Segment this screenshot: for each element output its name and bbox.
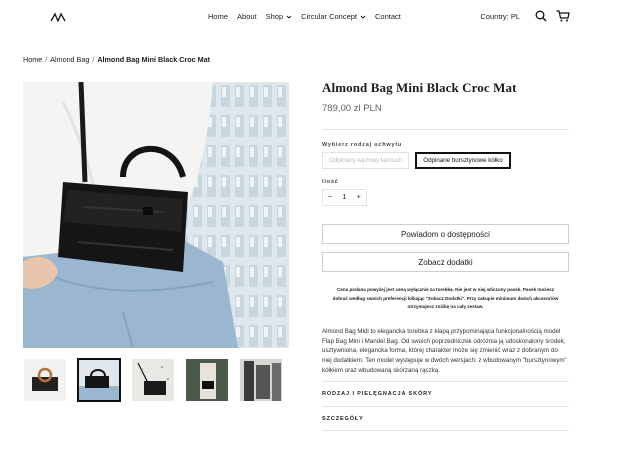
search-icon[interactable] bbox=[534, 9, 548, 23]
variant-amber-ring[interactable]: Odpinane bursztynowe kółko bbox=[415, 152, 511, 169]
thumbnail-4[interactable] bbox=[185, 358, 229, 402]
product-price: 789,00 zl PLN bbox=[322, 103, 382, 114]
chevron-down-icon bbox=[286, 15, 292, 19]
nav-contact[interactable]: Contact bbox=[375, 12, 401, 21]
thumbnail-5[interactable] bbox=[239, 358, 283, 402]
thumbnail-strip bbox=[23, 358, 283, 402]
country-selector[interactable]: Country: PL bbox=[480, 12, 520, 21]
breadcrumb-almond-bag[interactable]: Almond Bag bbox=[50, 55, 89, 64]
divider bbox=[322, 129, 569, 130]
thumbnail-2[interactable] bbox=[77, 358, 121, 402]
product-description: Almond Bag Midi to elegancka torebka z k… bbox=[322, 328, 567, 374]
breadcrumb-home[interactable]: Home bbox=[23, 55, 42, 64]
accordion-details-label: Szczegóły bbox=[322, 415, 364, 422]
breadcrumb-separator: / bbox=[92, 55, 95, 64]
variant-selector: Odpinany wężowy łańcuch Odpinane burszty… bbox=[322, 152, 569, 169]
nav-shop[interactable]: Shop bbox=[266, 12, 293, 21]
accordion-leather-care-label: Rodzaj i pielęgnacja skóry bbox=[322, 391, 433, 398]
accordion-details[interactable]: Szczegóły bbox=[322, 406, 569, 432]
cart-icon[interactable] bbox=[556, 9, 570, 23]
quantity-decrease-button[interactable]: − bbox=[323, 194, 337, 201]
see-addons-button[interactable]: Zobacz dodatki bbox=[322, 252, 569, 272]
nav-about[interactable]: About bbox=[237, 12, 257, 21]
quantity-label: Ilość bbox=[322, 179, 339, 185]
thumbnail-3[interactable] bbox=[131, 358, 175, 402]
breadcrumb-separator: / bbox=[45, 55, 48, 64]
nav-home[interactable]: Home bbox=[208, 12, 228, 21]
nav-circular-label: Circular Concept bbox=[301, 12, 358, 21]
breadcrumb: Home / Almond Bag / Almond Bag Mini Blac… bbox=[23, 55, 210, 64]
nav-contact-label: Contact bbox=[375, 12, 401, 21]
nav-circular-concept[interactable]: Circular Concept bbox=[301, 12, 366, 21]
brand-logo-icon[interactable] bbox=[50, 12, 66, 22]
accordion-leather-care[interactable]: Rodzaj i pielęgnacja skóry bbox=[322, 381, 569, 406]
breadcrumb-current: Almond Bag Mini Black Croc Mat bbox=[97, 55, 210, 64]
chevron-down-icon bbox=[360, 15, 366, 19]
thumbnail-1[interactable] bbox=[23, 358, 67, 402]
quantity-stepper: − 1 + bbox=[322, 189, 367, 206]
nav-shop-label: Shop bbox=[265, 12, 284, 21]
quantity-increase-button[interactable]: + bbox=[352, 194, 366, 201]
product-info: Almond Bag Mini Black Croc Mat 789,00 zl… bbox=[322, 80, 569, 432]
header-actions: Country: PL bbox=[480, 9, 570, 23]
notify-availability-button[interactable]: Powiadom o dostępności bbox=[322, 224, 569, 244]
variant-snake-chain[interactable]: Odpinany wężowy łańcuch bbox=[322, 152, 410, 169]
site-header: Home About Shop Circular Concept Contact… bbox=[0, 0, 620, 36]
handle-option-label: Wybierz rodzaj uchwytu bbox=[322, 142, 403, 148]
nav-about-label: About bbox=[237, 12, 257, 21]
main-nav: Home About Shop Circular Concept Contact bbox=[208, 12, 410, 21]
product-title: Almond Bag Mini Black Croc Mat bbox=[322, 80, 517, 95]
price-note: Cena podana powyżej jest ceną wyłącznie … bbox=[332, 287, 559, 310]
quantity-value[interactable]: 1 bbox=[337, 194, 351, 201]
nav-home-label: Home bbox=[208, 12, 229, 21]
product-photo bbox=[23, 82, 289, 348]
product-main-image[interactable] bbox=[23, 82, 289, 348]
